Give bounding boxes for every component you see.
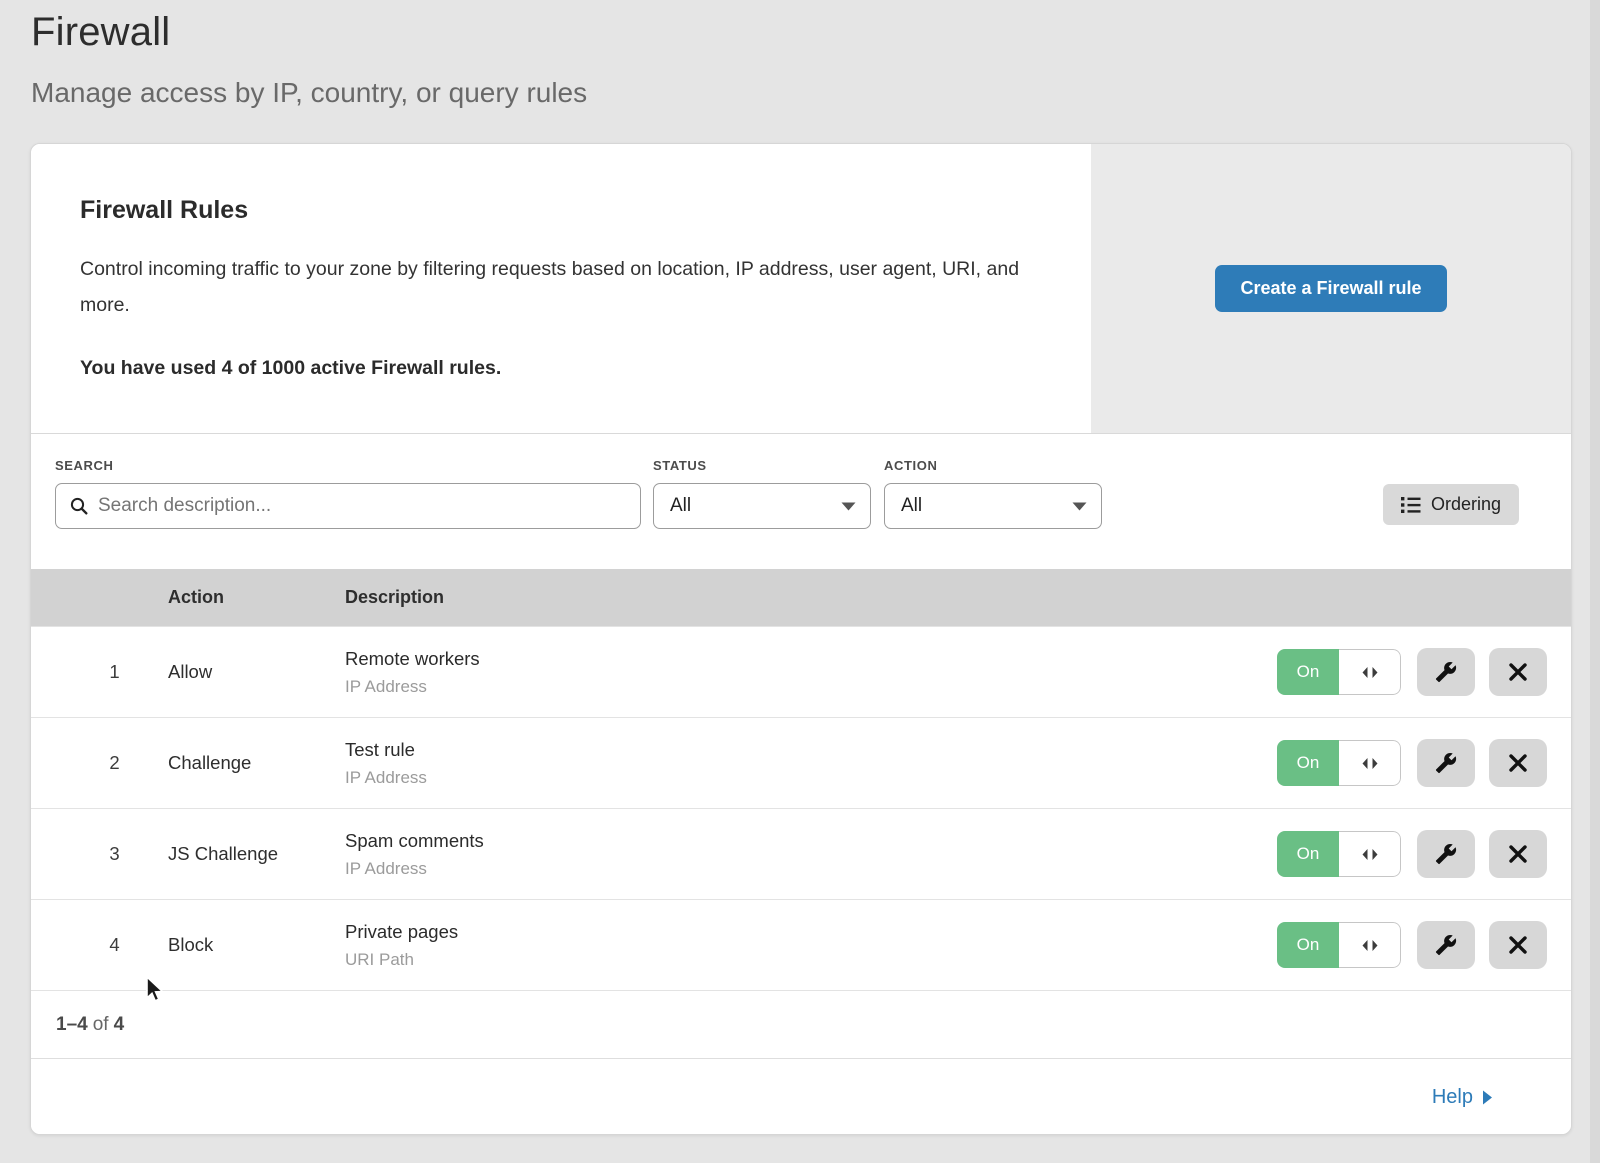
rule-match-type: URI Path xyxy=(345,950,1277,970)
action-select-value: All xyxy=(901,495,922,517)
pagination-total: 4 xyxy=(114,1014,125,1036)
rules-summary-side-panel: Create a Firewall rule xyxy=(1091,144,1571,433)
left-right-arrows-icon xyxy=(1361,939,1379,952)
table-row: 1 Allow Remote workers IP Address On xyxy=(31,626,1571,717)
rule-description: Test rule xyxy=(345,739,1277,761)
rule-priority: 2 xyxy=(31,752,168,774)
action-column-header: Action xyxy=(168,587,345,608)
pagination-of: of xyxy=(93,1014,109,1036)
edit-rule-button[interactable] xyxy=(1417,739,1475,787)
help-link[interactable]: Help xyxy=(1432,1086,1493,1109)
delete-rule-button[interactable] xyxy=(1489,921,1547,969)
rule-match-type: IP Address xyxy=(345,768,1277,788)
edit-rule-button[interactable] xyxy=(1417,648,1475,696)
table-row: 3 JS Challenge Spam comments IP Address … xyxy=(31,808,1571,899)
pagination: 1–4 of 4 xyxy=(31,990,1571,1058)
rules-heading: Firewall Rules xyxy=(80,196,1051,225)
chevron-down-icon xyxy=(1072,502,1087,511)
status-select-value: All xyxy=(670,495,691,517)
rule-priority: 3 xyxy=(31,843,168,865)
toggle-on-label: On xyxy=(1277,740,1339,786)
rule-priority: 4 xyxy=(31,934,168,956)
search-box[interactable] xyxy=(55,483,641,529)
left-right-arrows-icon xyxy=(1361,848,1379,861)
description-column-header: Description xyxy=(345,587,1571,608)
edit-rule-button[interactable] xyxy=(1417,830,1475,878)
table-row: 2 Challenge Test rule IP Address On xyxy=(31,717,1571,808)
card-footer: Help xyxy=(31,1058,1571,1135)
status-label: STATUS xyxy=(653,458,871,473)
rule-match-type: IP Address xyxy=(345,677,1277,697)
toggle-handle[interactable] xyxy=(1339,649,1401,695)
rule-toggle[interactable]: On xyxy=(1277,649,1401,695)
table-header: Action Description xyxy=(31,569,1571,626)
page-title: Firewall xyxy=(31,10,1600,55)
rule-description: Remote workers xyxy=(345,648,1277,670)
rule-action: Allow xyxy=(168,661,345,683)
delete-rule-button[interactable] xyxy=(1489,648,1547,696)
toggle-handle[interactable] xyxy=(1339,740,1401,786)
list-ordering-icon xyxy=(1401,496,1421,514)
left-right-arrows-icon xyxy=(1361,757,1379,770)
left-right-arrows-icon xyxy=(1361,666,1379,679)
close-icon xyxy=(1508,935,1528,955)
toggle-handle[interactable] xyxy=(1339,922,1401,968)
search-input[interactable] xyxy=(98,495,626,517)
toggle-on-label: On xyxy=(1277,831,1339,877)
delete-rule-button[interactable] xyxy=(1489,830,1547,878)
close-icon xyxy=(1508,662,1528,682)
pagination-range: 1–4 xyxy=(56,1014,88,1036)
table-row: 4 Block Private pages URI Path On xyxy=(31,899,1571,990)
firewall-rules-card: Firewall Rules Control incoming traffic … xyxy=(30,143,1572,1135)
rules-summary-section: Firewall Rules Control incoming traffic … xyxy=(31,144,1571,434)
rule-description: Spam comments xyxy=(345,830,1277,852)
wrench-icon xyxy=(1435,843,1457,865)
rule-toggle[interactable]: On xyxy=(1277,740,1401,786)
rule-action: Challenge xyxy=(168,752,345,774)
search-label: SEARCH xyxy=(55,458,641,473)
page-header: Firewall Manage access by IP, country, o… xyxy=(0,0,1600,109)
delete-rule-button[interactable] xyxy=(1489,739,1547,787)
rule-action: Block xyxy=(168,934,345,956)
status-select[interactable]: All xyxy=(653,483,871,529)
help-link-label: Help xyxy=(1432,1086,1473,1109)
rules-summary-text: Firewall Rules Control incoming traffic … xyxy=(31,144,1091,433)
toggle-handle[interactable] xyxy=(1339,831,1401,877)
chevron-right-icon xyxy=(1482,1090,1493,1105)
close-icon xyxy=(1508,753,1528,773)
rule-action: JS Challenge xyxy=(168,843,345,865)
rule-toggle[interactable]: On xyxy=(1277,922,1401,968)
ordering-button-label: Ordering xyxy=(1431,494,1501,515)
wrench-icon xyxy=(1435,661,1457,683)
rule-match-type: IP Address xyxy=(345,859,1277,879)
rule-description: Private pages xyxy=(345,921,1277,943)
page-subtitle: Manage access by IP, country, or query r… xyxy=(31,77,1600,109)
action-label: ACTION xyxy=(884,458,1102,473)
wrench-icon xyxy=(1435,934,1457,956)
toggle-on-label: On xyxy=(1277,649,1339,695)
close-icon xyxy=(1508,844,1528,864)
scrollbar-track[interactable] xyxy=(1590,0,1600,1163)
rule-priority: 1 xyxy=(31,661,168,683)
filters-bar: SEARCH STATUS All ACTION All xyxy=(31,434,1571,569)
ordering-button[interactable]: Ordering xyxy=(1383,484,1519,525)
action-select[interactable]: All xyxy=(884,483,1102,529)
rule-toggle[interactable]: On xyxy=(1277,831,1401,877)
create-firewall-rule-button[interactable]: Create a Firewall rule xyxy=(1215,265,1446,312)
rules-description: Control incoming traffic to your zone by… xyxy=(80,251,1030,323)
toggle-on-label: On xyxy=(1277,922,1339,968)
wrench-icon xyxy=(1435,752,1457,774)
search-icon xyxy=(70,497,88,515)
rules-usage-note: You have used 4 of 1000 active Firewall … xyxy=(80,357,1051,380)
edit-rule-button[interactable] xyxy=(1417,921,1475,969)
chevron-down-icon xyxy=(841,502,856,511)
